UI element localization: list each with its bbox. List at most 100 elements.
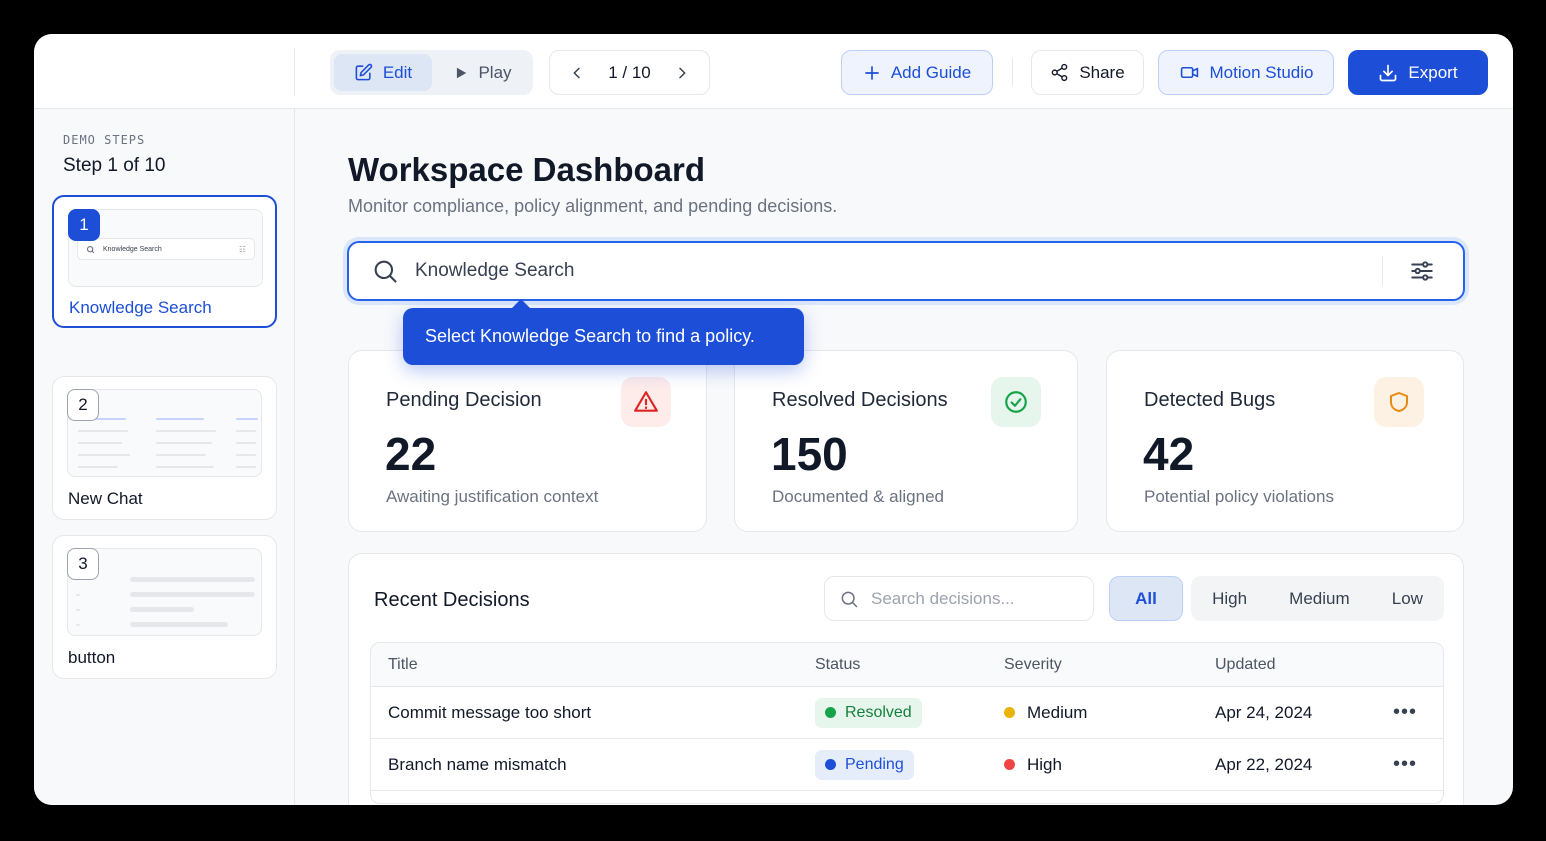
sidebar-step-text: Step 1 of 10 <box>63 155 166 176</box>
step-number-badge: 3 <box>67 548 99 580</box>
sliders-icon[interactable] <box>1409 258 1435 284</box>
filter-all[interactable]: All <box>1109 576 1183 621</box>
severity-dot <box>1004 707 1015 718</box>
search-icon <box>86 245 95 253</box>
column-severity: Severity <box>1004 655 1062 673</box>
recent-decisions-panel: Recent Decisions Search decisions... All… <box>348 553 1464 805</box>
row-title: Branch name mismatch <box>388 754 567 774</box>
updated-cell: Apr 24, 2024 <box>1215 702 1313 722</box>
motion-studio-label: Motion Studio <box>1209 62 1314 82</box>
row-more-button[interactable]: ••• <box>1393 739 1417 790</box>
column-updated: Updated <box>1215 655 1276 673</box>
motion-studio-button[interactable]: Motion Studio <box>1158 50 1334 95</box>
share-button[interactable]: Share <box>1031 50 1144 95</box>
filter-group: High Medium Low <box>1191 576 1444 621</box>
table-row[interactable]: Commit message too short Resolved Medium… <box>371 687 1443 739</box>
toolbar-divider <box>294 48 295 96</box>
search-icon <box>841 591 858 607</box>
status-dot <box>825 759 836 770</box>
more-icon: ••• <box>1393 753 1418 775</box>
page-title: Workspace Dashboard <box>348 151 706 188</box>
stat-card-bugs: Detected Bugs 42 Potential policy violat… <box>1106 350 1464 532</box>
status-badge: Resolved <box>815 697 922 728</box>
table-row[interactable]: Branch name mismatch Pending High Apr 22… <box>371 739 1443 791</box>
play-label: Play <box>478 62 512 82</box>
top-toolbar: Edit Play 1 / 10 Add Guide Share Motion … <box>34 34 1513 109</box>
row-title: Commit message too short <box>388 702 592 722</box>
play-mode-button[interactable]: Play <box>438 54 528 91</box>
step-card-3[interactable]: 3 button <box>52 535 277 679</box>
stat-subtitle: Potential policy violations <box>1144 487 1334 506</box>
knowledge-search-input[interactable]: Knowledge Search <box>347 241 1465 301</box>
stat-title: Pending Decision <box>386 389 542 411</box>
search-divider <box>1382 256 1383 286</box>
main-content: Workspace Dashboard Monitor compliance, … <box>295 109 1513 805</box>
stat-title: Detected Bugs <box>1144 389 1276 411</box>
filter-low[interactable]: Low <box>1392 589 1423 609</box>
next-step-button[interactable] <box>673 64 691 82</box>
stat-subtitle: Documented & aligned <box>772 487 945 506</box>
thumbnail-search-text: Knowledge Search <box>103 245 162 253</box>
decisions-table: Title Status Severity Updated Commit mes… <box>370 642 1444 804</box>
export-button[interactable]: Export <box>1348 50 1488 95</box>
mode-switch: Edit Play <box>330 50 533 95</box>
severity-dot <box>1004 759 1015 770</box>
toolbar-divider <box>1012 58 1013 86</box>
prev-step-button[interactable] <box>568 64 586 82</box>
status-cell: Pending <box>815 739 914 790</box>
severity-cell: Medium <box>1004 687 1087 738</box>
status-cell: Resolved <box>815 687 922 738</box>
edit-mode-button[interactable]: Edit <box>334 54 432 91</box>
decisions-search-placeholder: Search decisions... <box>871 588 1015 608</box>
edit-label: Edit <box>382 62 413 82</box>
stat-card-pending: Pending Decision 22 Awaiting justificati… <box>348 350 707 532</box>
filter-medium[interactable]: Medium <box>1289 589 1349 609</box>
guide-tooltip: Select Knowledge Search to find a policy… <box>403 299 804 365</box>
video-camera-icon <box>1180 66 1198 79</box>
column-title: Title <box>388 655 418 673</box>
step-number-badge: 1 <box>68 209 100 241</box>
thumbnail-search-bar: Knowledge Search ☷ <box>77 238 255 260</box>
shield-icon <box>1374 377 1424 427</box>
severity-filter: All High Medium Low <box>1109 576 1444 621</box>
warning-icon <box>621 377 671 427</box>
step-card-2[interactable]: 2 New Chat <box>52 376 277 520</box>
chevron-right-icon <box>679 67 686 78</box>
recent-title: Recent Decisions <box>374 589 530 611</box>
share-icon <box>1051 63 1068 82</box>
add-guide-button[interactable]: Add Guide <box>841 50 993 95</box>
row-more-button[interactable]: ••• <box>1393 687 1417 738</box>
filter-icon: ☷ <box>238 244 246 254</box>
download-icon <box>1380 64 1397 81</box>
status-text: Pending <box>845 755 904 773</box>
step-card-1[interactable]: 1 Knowledge Search ☷ Knowledge Search <box>52 195 277 328</box>
severity-cell: High <box>1004 739 1062 790</box>
stat-card-resolved: Resolved Decisions 150 Documented & alig… <box>734 350 1078 532</box>
step-label: New Chat <box>68 489 143 508</box>
filter-high[interactable]: High <box>1212 589 1247 609</box>
chevron-left-icon <box>573 67 580 78</box>
step-label: Knowledge Search <box>69 298 212 317</box>
step-pager: 1 / 10 <box>549 50 710 95</box>
status-dot <box>825 707 836 718</box>
play-icon <box>457 67 467 78</box>
add-guide-label: Add Guide <box>890 62 972 82</box>
pager-text: 1 / 10 <box>608 62 651 82</box>
app-window: Edit Play 1 / 10 Add Guide Share Motion … <box>34 34 1513 805</box>
edit-icon <box>355 63 373 81</box>
more-icon: ••• <box>1393 701 1418 723</box>
step-number-badge: 2 <box>67 389 99 421</box>
stat-title: Resolved Decisions <box>772 389 948 411</box>
plus-icon <box>865 65 879 80</box>
severity-text: Medium <box>1027 702 1088 722</box>
stat-value: 42 <box>1143 428 1195 480</box>
table-header: Title Status Severity Updated <box>371 643 1443 687</box>
sidebar-kicker: DEMO STEPS <box>63 133 146 147</box>
share-label: Share <box>1079 62 1125 82</box>
search-input-value: Knowledge Search <box>415 260 575 281</box>
decisions-search-input[interactable]: Search decisions... <box>824 576 1094 621</box>
steps-sidebar: DEMO STEPS Step 1 of 10 1 Knowledge Sear… <box>34 109 295 805</box>
tooltip-text: Select Knowledge Search to find a policy… <box>425 326 755 346</box>
stat-value: 150 <box>771 428 848 480</box>
page-subtitle: Monitor compliance, policy alignment, an… <box>348 196 838 216</box>
